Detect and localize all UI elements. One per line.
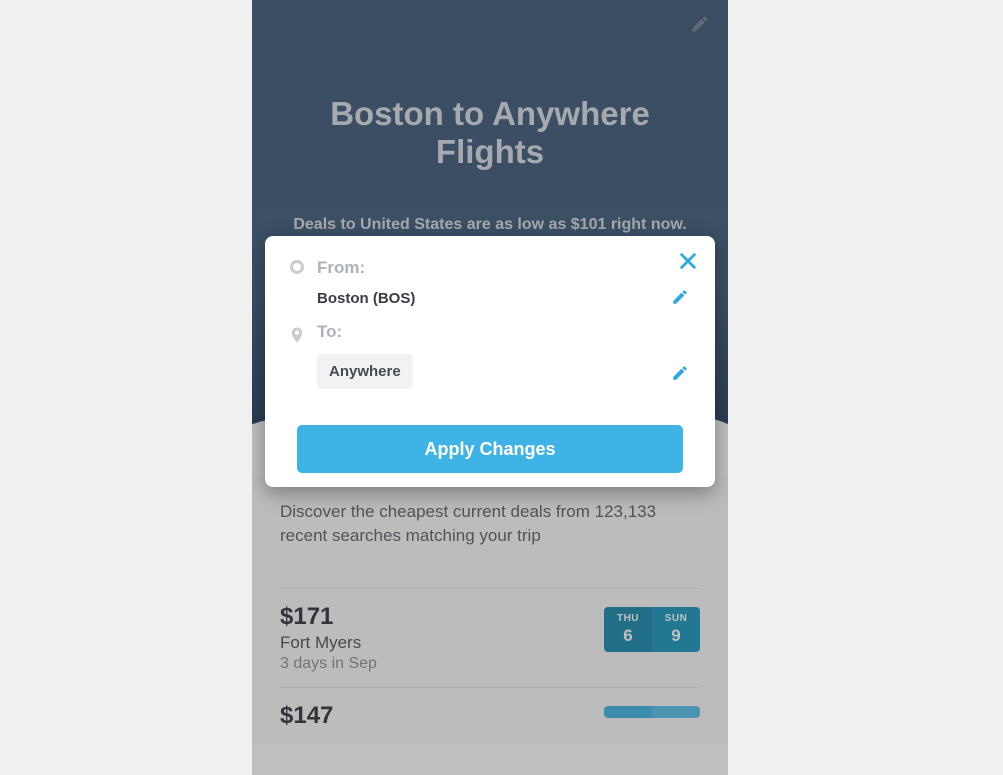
origin-dot-icon <box>290 260 304 274</box>
from-value: Boston (BOS) <box>317 290 699 307</box>
apply-changes-button[interactable]: Apply Changes <box>297 425 683 473</box>
from-row: From: Boston (BOS) <box>281 258 699 322</box>
to-row: To: Anywhere <box>281 322 699 389</box>
edit-route-modal: From: Boston (BOS) To: Anywhere Apply Ch… <box>265 236 715 487</box>
to-value-chip[interactable]: Anywhere <box>317 354 413 389</box>
to-label: To: <box>317 322 699 342</box>
destination-pin-icon <box>288 324 306 351</box>
app-viewport: Boston to Anywhere Flights Deals to Unit… <box>252 0 728 775</box>
edit-to-button[interactable] <box>671 364 689 387</box>
edit-from-button[interactable] <box>671 288 689 311</box>
from-label: From: <box>317 258 699 278</box>
